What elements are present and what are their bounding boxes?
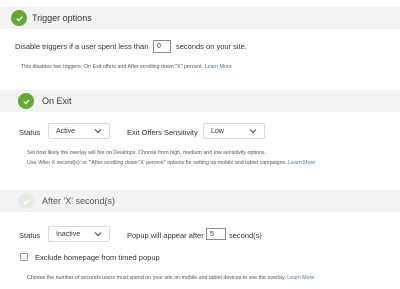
after-x-note: Choose the number of seconds users must … <box>27 275 314 281</box>
disable-triggers-prefix: Disable triggers if a user spent less th… <box>15 42 149 51</box>
on-exit-note-line2-text: Use 'After X second(s)' or "'After scrol… <box>27 160 287 166</box>
after-x-status-label: Status <box>19 231 41 240</box>
after-x-note-text: Choose the number of seconds users must … <box>27 275 286 281</box>
exit-sensitivity-label: Exit Offers Sensitivity <box>127 128 198 137</box>
disable-triggers-seconds-input[interactable]: 0 <box>153 40 171 53</box>
on-exit-status-value: Active <box>56 127 76 135</box>
after-x-seconds-title: After 'X' second(s) <box>42 196 115 206</box>
popup-appear-label: Popup will appear after <box>127 231 204 240</box>
popup-appear-suffix: second(s) <box>229 231 262 240</box>
after-x-seconds-header: After 'X' second(s) <box>0 190 400 212</box>
chevron-down-icon <box>249 128 257 136</box>
exit-sensitivity-value: Low <box>211 127 224 135</box>
trigger-options-header: Trigger options <box>0 7 400 29</box>
exit-sensitivity-select[interactable]: Low <box>203 123 265 139</box>
trigger-options-note: This disables two triggers- On Exit offe… <box>21 64 232 70</box>
disable-triggers-suffix: seconds on your site. <box>176 42 247 51</box>
on-exit-status-label: Status <box>19 128 41 137</box>
checkmark-icon[interactable] <box>18 93 34 109</box>
after-x-status-value: Inactive <box>56 230 81 238</box>
disable-triggers-seconds-value: 0 <box>157 43 161 50</box>
exclude-homepage-label: Exclude homepage from timed popup <box>35 253 160 262</box>
trigger-options-note-text: This disables two triggers- On Exit offe… <box>21 64 204 70</box>
on-exit-header: On Exit <box>0 90 400 112</box>
on-exit-title: On Exit <box>42 96 72 106</box>
after-x-status-select[interactable]: Inactive <box>48 226 110 242</box>
on-exit-note-line1: Set how likely the overlay will fire on … <box>27 150 267 156</box>
chevron-down-icon <box>94 231 102 239</box>
chevron-down-icon <box>94 128 102 136</box>
exclude-homepage-checkbox[interactable] <box>20 253 28 261</box>
on-exit-learn-more-link[interactable]: Learn More <box>288 160 315 166</box>
on-exit-status-select[interactable]: Active <box>48 123 110 139</box>
trigger-options-learn-more-link[interactable]: Learn More <box>205 64 232 70</box>
checkmark-icon[interactable] <box>18 193 34 209</box>
trigger-options-title: Trigger options <box>32 13 92 23</box>
on-exit-note-line2: Use 'After X second(s)' or "'After scrol… <box>27 160 315 166</box>
checkmark-icon <box>11 10 27 26</box>
popup-appear-seconds-value: 5 <box>210 230 214 238</box>
popup-appear-seconds-input[interactable]: 5 <box>206 228 226 240</box>
after-x-learn-more-link[interactable]: Learn More <box>287 275 314 281</box>
